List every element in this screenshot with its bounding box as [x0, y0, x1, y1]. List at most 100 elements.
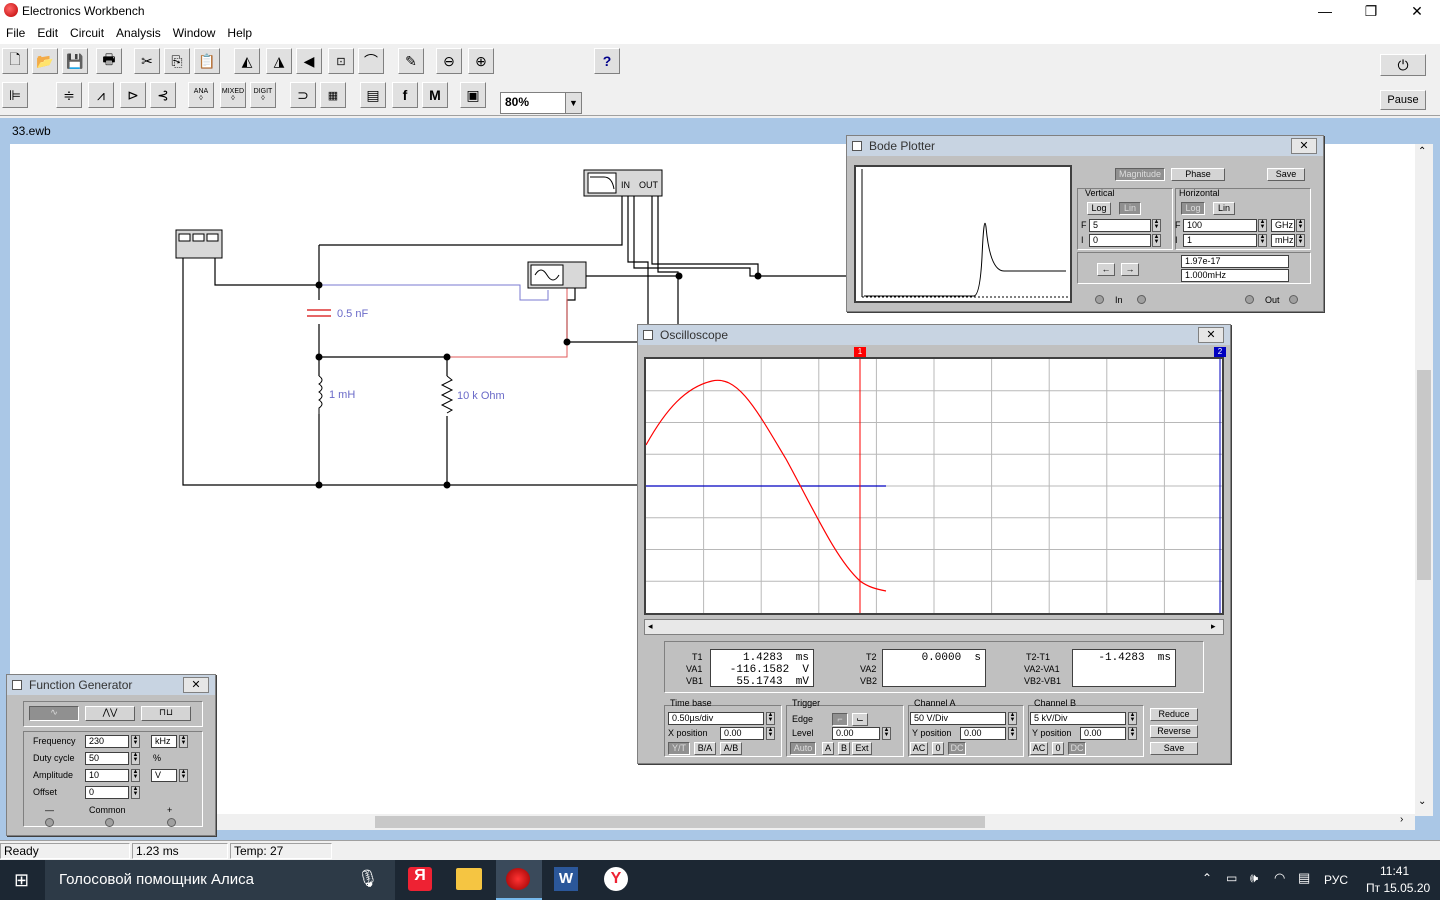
scroll-right-icon[interactable]: › — [1400, 814, 1403, 825]
menu-file[interactable]: File — [0, 24, 31, 40]
reverse-button[interactable]: Reverse — [1150, 725, 1198, 738]
instruments-icon[interactable]: ▣ — [460, 82, 486, 108]
new-file-icon[interactable]: 🗋 — [2, 48, 28, 74]
scope-close-button[interactable]: ✕ — [1198, 327, 1224, 343]
wifi-icon[interactable]: ◠ — [1274, 870, 1285, 886]
save-icon[interactable]: 💾 — [62, 48, 88, 74]
vertical-scrollbar[interactable]: ⌃ ⌄ — [1415, 144, 1433, 816]
amplitude-field[interactable]: 10 — [85, 769, 129, 782]
zoom-select[interactable]: 80% ▼ — [500, 92, 582, 114]
in-terminal[interactable] — [1137, 295, 1146, 304]
horizontal-scroll-thumb[interactable] — [375, 816, 985, 828]
paste-icon[interactable]: 📋 — [194, 48, 220, 74]
channel-a-ypos-field[interactable]: 0.00 — [960, 727, 1006, 740]
spin-arrows-icon[interactable]: ▲ ▼ — [766, 712, 775, 725]
spin-arrows-icon[interactable]: ▲ ▼ — [131, 786, 140, 799]
spin-arrows-icon[interactable]: ▲ ▼ — [131, 752, 140, 765]
controls-icon[interactable]: f — [392, 82, 418, 108]
horizontal-lin-button[interactable]: Lin — [1213, 202, 1235, 215]
indicators-icon[interactable]: ▤ — [360, 82, 386, 108]
xpos-field[interactable]: 0.00 — [720, 727, 764, 740]
cut-icon[interactable]: ✂ — [134, 48, 160, 74]
spin-arrows-icon[interactable]: ▲ ▼ — [1258, 219, 1267, 232]
spin-arrows-icon[interactable]: ▲ ▼ — [1152, 219, 1161, 232]
scope-hscrollbar[interactable]: ◂ ▸ — [644, 619, 1224, 635]
copy-icon[interactable]: ⎘ — [164, 48, 190, 74]
ba-mode-button[interactable]: B/A — [694, 742, 716, 755]
function-generator-instrument[interactable] — [175, 229, 223, 259]
zoom-in-icon[interactable]: ⊕ — [468, 48, 494, 74]
miscellaneous-icon[interactable]: M — [422, 82, 448, 108]
pause-button[interactable]: Pause — [1380, 90, 1426, 110]
channel-a-ac-button[interactable]: AC — [910, 742, 928, 755]
capacitor-symbol[interactable] — [306, 300, 332, 324]
arrow-left-icon[interactable]: ← — [1097, 263, 1115, 276]
digital-icon[interactable]: ▦ — [320, 82, 346, 108]
search-box[interactable]: Голосовой помощник Алиса 🎙 — [45, 860, 395, 900]
language-indicator[interactable]: РУС — [1324, 873, 1348, 887]
analog-ic-icon[interactable]: ANA ◊ — [188, 82, 214, 108]
graph-icon[interactable]: ⌒ — [358, 48, 384, 74]
oscilloscope-instrument[interactable] — [527, 261, 587, 289]
menu-edit[interactable]: Edit — [31, 24, 64, 40]
flip-horizontal-icon[interactable]: ◮ — [266, 48, 292, 74]
spin-arrows-icon[interactable]: ▲ ▼ — [1296, 219, 1305, 232]
rising-edge-icon[interactable]: ⌐ — [832, 713, 848, 726]
vertical-i-field[interactable]: 0 — [1089, 234, 1151, 247]
word-app-icon[interactable]: W — [554, 867, 578, 891]
in-terminal[interactable] — [1095, 295, 1104, 304]
basic-components-icon[interactable]: ⩘ — [88, 82, 114, 108]
bode-close-button[interactable]: ✕ — [1291, 138, 1317, 154]
horizontal-f-field[interactable]: 100 — [1183, 219, 1257, 232]
volume-icon[interactable]: 🕪 — [1250, 870, 1258, 886]
level-field[interactable]: 0.00 — [832, 727, 880, 740]
power-switch-icon[interactable]: ⏻ — [1380, 54, 1426, 76]
print-icon[interactable]: 🖶 — [96, 48, 122, 74]
spin-arrows-icon[interactable]: ▲ ▼ — [131, 769, 140, 782]
out-terminal[interactable] — [1289, 295, 1298, 304]
flip-vertical-icon[interactable]: ◀ — [296, 48, 322, 74]
minimize-button[interactable]: — — [1302, 0, 1348, 24]
menu-window[interactable]: Window — [167, 24, 222, 40]
frequency-unit-field[interactable]: kHz — [151, 735, 177, 748]
channel-b-dc-button[interactable]: DC — [1068, 742, 1086, 755]
magnitude-button[interactable]: Magnitude — [1115, 168, 1165, 181]
subcircuit-icon[interactable]: ⊡ — [328, 48, 354, 74]
channel-b-ac-button[interactable]: AC — [1030, 742, 1048, 755]
menu-help[interactable]: Help — [221, 24, 258, 40]
spin-arrows-icon[interactable]: ▲ ▼ — [766, 727, 775, 740]
help-button[interactable]: ? — [594, 48, 620, 74]
trigger-ext-button[interactable]: Ext — [852, 742, 872, 755]
triangle-wave-icon[interactable]: ⋀⋁ — [85, 706, 135, 721]
sources-icon[interactable]: ≑ — [56, 82, 82, 108]
channel-a-dc-button[interactable]: DC — [948, 742, 966, 755]
maximize-button[interactable]: ❐ — [1348, 0, 1394, 24]
spin-arrows-icon[interactable]: ▲ ▼ — [1152, 234, 1161, 247]
spin-arrows-icon[interactable]: ▲ ▼ — [1258, 234, 1267, 247]
yandex-browser-icon[interactable]: Y — [604, 867, 628, 891]
frequency-field[interactable]: 230 — [85, 735, 129, 748]
ab-mode-button[interactable]: A/B — [720, 742, 742, 755]
spin-arrows-icon[interactable]: ▲ ▼ — [179, 735, 188, 748]
microphone-icon[interactable]: 🎙 — [357, 869, 379, 889]
ewb-taskbar-button[interactable] — [496, 860, 542, 900]
minus-terminal[interactable] — [45, 818, 54, 827]
close-button[interactable]: ✕ — [1394, 0, 1440, 24]
spin-arrows-icon[interactable]: ▲ ▼ — [1008, 712, 1017, 725]
bode-plotter-instrument[interactable]: IN OUT — [583, 169, 663, 197]
trigger-a-button[interactable]: A — [822, 742, 834, 755]
falling-edge-icon[interactable]: ⌙ — [852, 713, 868, 726]
auto-trigger-button[interactable]: Auto — [790, 742, 816, 755]
cursor-1-handle[interactable]: 1 — [854, 347, 866, 357]
channel-a-zero-button[interactable]: 0 — [932, 742, 944, 755]
spin-arrows-icon[interactable]: ▲ ▼ — [882, 727, 891, 740]
timebase-field[interactable]: 0.50µs/div — [668, 712, 764, 725]
spin-arrows-icon[interactable]: ▲ ▼ — [1008, 727, 1017, 740]
horizontal-i-unit[interactable]: mHz — [1271, 234, 1295, 247]
transistors-icon[interactable]: ⊰ — [150, 82, 176, 108]
open-folder-icon[interactable]: 📂 — [32, 48, 58, 74]
zoom-out-icon[interactable]: ⊖ — [436, 48, 462, 74]
out-terminal[interactable] — [1245, 295, 1254, 304]
horizontal-i-field[interactable]: 1 — [1183, 234, 1257, 247]
channel-b-scale-field[interactable]: 5 kV/Div — [1030, 712, 1126, 725]
